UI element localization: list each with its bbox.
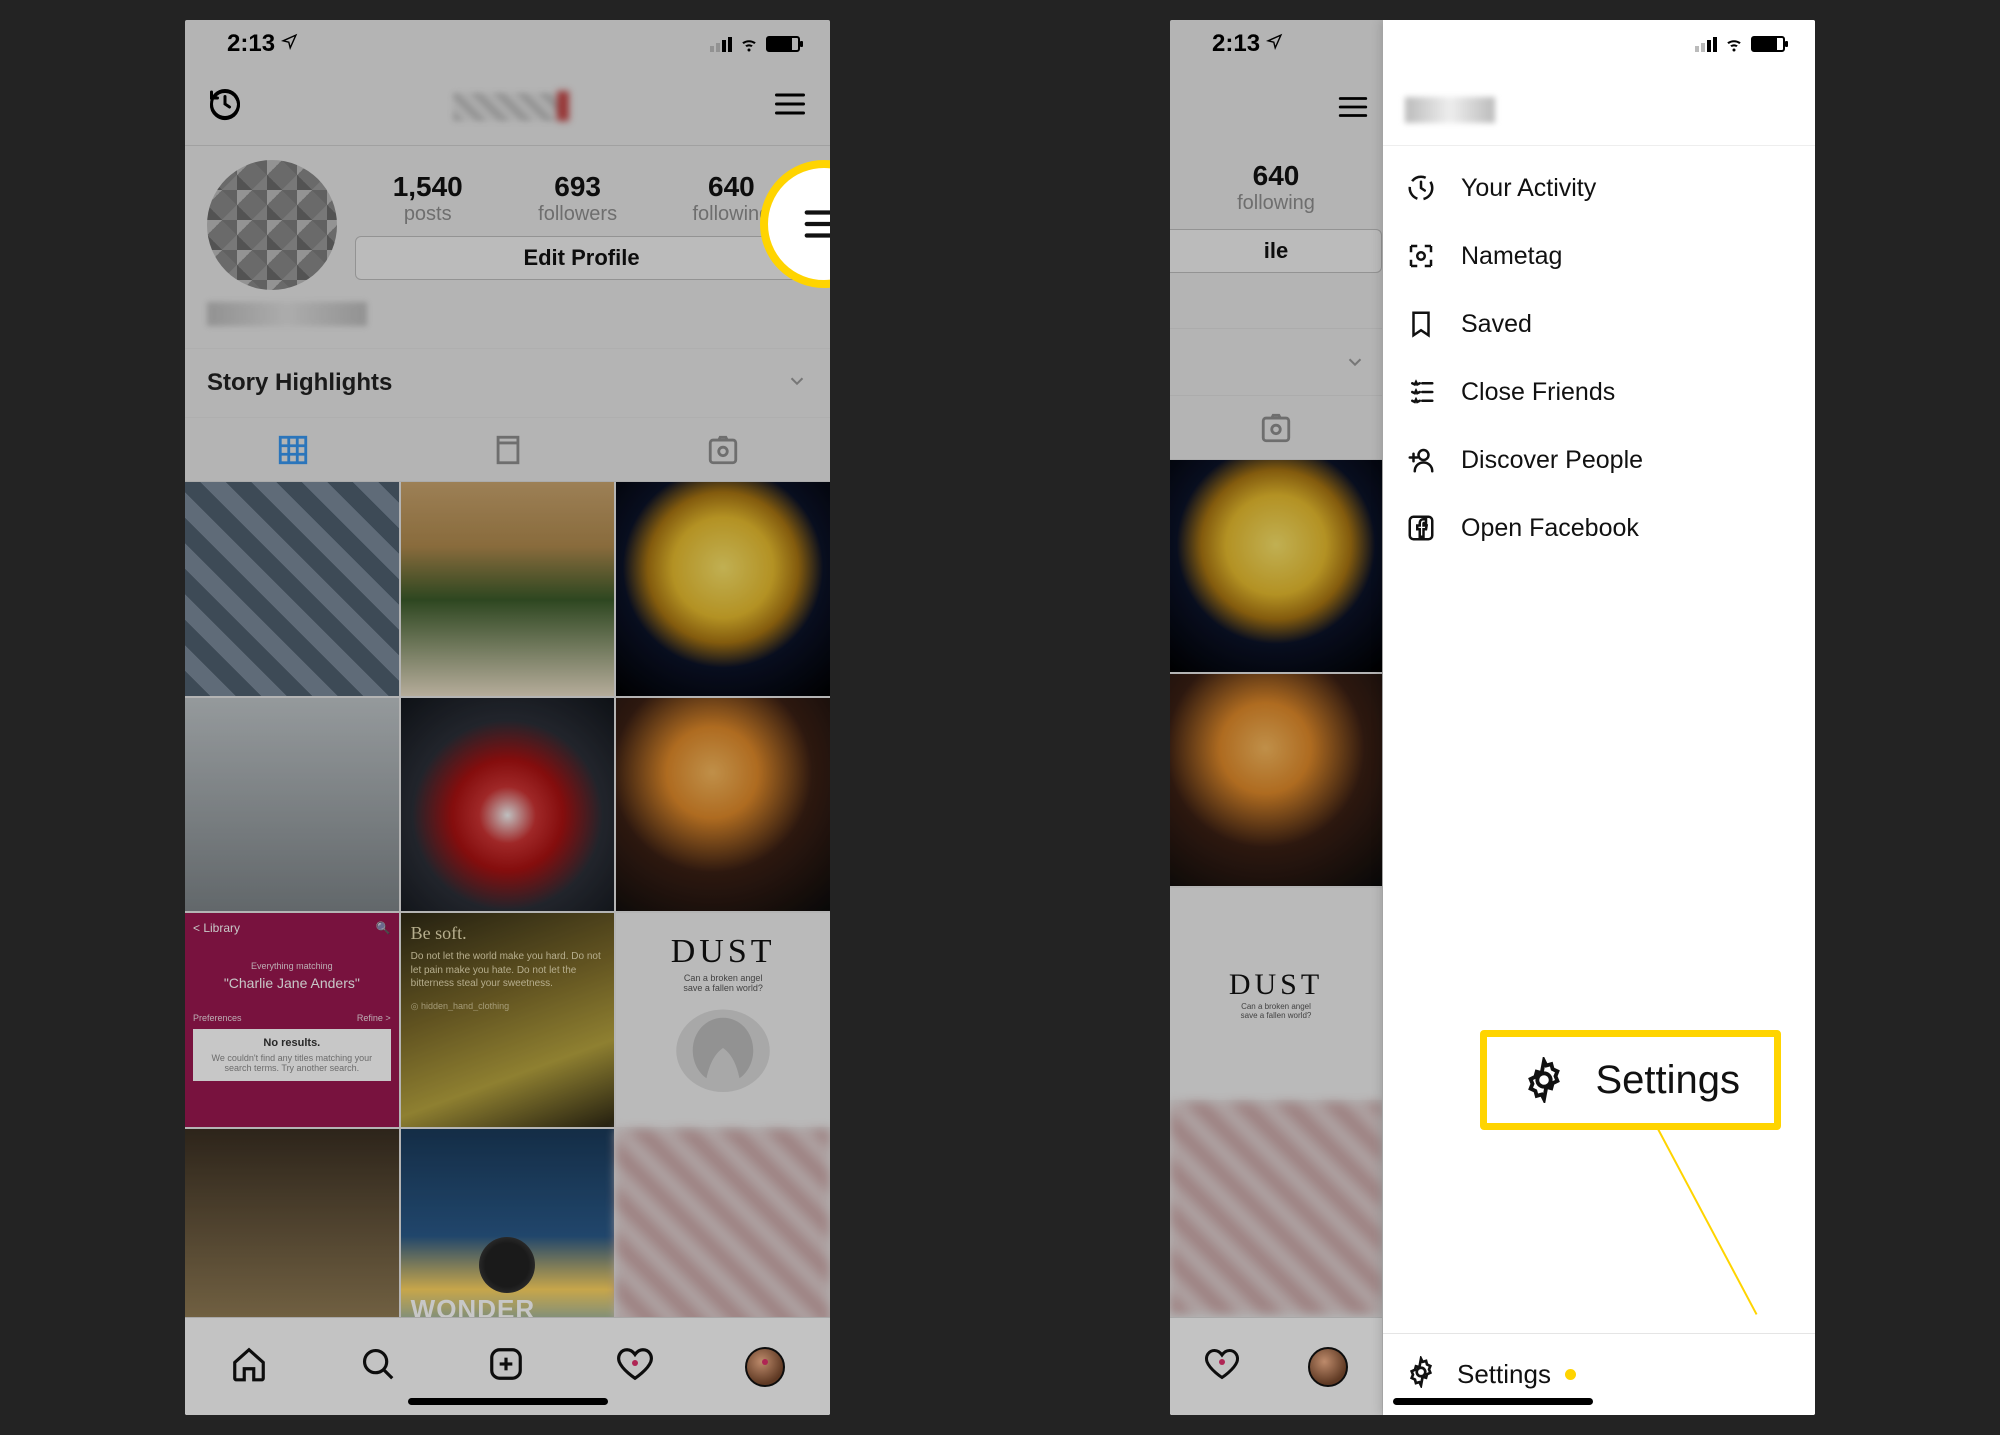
background-profile-sliver: 640 following ile DUST Can a broken ange…: [1170, 68, 1382, 1415]
home-indicator[interactable]: [408, 1398, 608, 1405]
tab-tagged-icon: [1259, 411, 1293, 445]
side-menu-list: Your Activity Nametag Saved Close Friend…: [1383, 146, 1815, 1333]
menu-close-friends[interactable]: Close Friends: [1383, 358, 1815, 426]
cell-signal-icon: [1695, 37, 1717, 52]
side-menu-panel: Your Activity Nametag Saved Close Friend…: [1383, 20, 1815, 1415]
nav-profile-icon: [1308, 1347, 1348, 1387]
grid-cell[interactable]: [185, 698, 399, 912]
grid-cell[interactable]: NOW A MAJOR MOTION PICTURE!: [401, 1129, 615, 1343]
story-highlights-row[interactable]: Story Highlights: [185, 348, 830, 418]
chevron-down-icon: [786, 370, 808, 397]
grid-cell[interactable]: Be soft. Do not let the world make you h…: [401, 913, 615, 1127]
stat-followers[interactable]: 693 followers: [538, 171, 617, 226]
grid-cell[interactable]: DUST Can a broken angel save a fallen wo…: [616, 913, 830, 1127]
nav-profile-icon[interactable]: [745, 1347, 785, 1387]
username-redacted: [1405, 97, 1495, 123]
chevron-down-icon: [1344, 351, 1366, 373]
grid-cell[interactable]: [401, 482, 615, 696]
status-bar: 2:13: [185, 20, 830, 68]
bookmark-icon: [1405, 308, 1437, 340]
menu-saved[interactable]: Saved: [1383, 290, 1815, 358]
activity-icon: [1405, 172, 1437, 204]
grid-cell[interactable]: [185, 482, 399, 696]
screenshot-profile: 2:13 1,540 posts: [185, 20, 830, 1415]
menu-label: Saved: [1461, 310, 1532, 339]
facebook-icon: [1405, 512, 1437, 544]
photo-grid: < Library🔍 Everything matching "Charlie …: [185, 482, 830, 1343]
gear-icon: [1405, 1356, 1437, 1393]
discover-people-icon: [1405, 444, 1437, 476]
stat-posts[interactable]: 1,540 posts: [393, 171, 463, 226]
profile-block: 1,540 posts 693 followers 640 following …: [185, 146, 830, 332]
tab-feed[interactable]: [400, 418, 615, 481]
menu-discover-people[interactable]: Discover People: [1383, 426, 1815, 494]
menu-open-facebook[interactable]: Open Facebook: [1383, 494, 1815, 562]
callout-settings-label: Settings: [1595, 1058, 1740, 1103]
display-name-redacted: [207, 302, 367, 326]
nav-home-icon[interactable]: [230, 1345, 268, 1388]
home-indicator[interactable]: [1393, 1398, 1593, 1405]
highlights-title: Story Highlights: [207, 369, 392, 397]
menu-label: Your Activity: [1461, 174, 1596, 203]
grid-cell[interactable]: [185, 1129, 399, 1343]
menu-nametag[interactable]: Nametag: [1383, 222, 1815, 290]
menu-your-activity[interactable]: Your Activity: [1383, 154, 1815, 222]
screenshot-menu: 2:13 640 following ile: [1170, 20, 1815, 1415]
hamburger-icon: [1336, 90, 1370, 124]
status-time: 2:13: [1212, 30, 1260, 58]
edit-profile-button[interactable]: Edit Profile: [355, 236, 808, 280]
status-time: 2:13: [227, 30, 275, 58]
hamburger-icon[interactable]: [772, 86, 808, 127]
grid-cell[interactable]: [616, 698, 830, 912]
nametag-icon: [1405, 240, 1437, 272]
stat-following[interactable]: 640 following: [692, 171, 770, 226]
tab-grid[interactable]: [185, 418, 400, 481]
callout-connector-dot: [1565, 1369, 1576, 1380]
grid-cell[interactable]: < Library🔍 Everything matching "Charlie …: [185, 913, 399, 1127]
menu-label: Open Facebook: [1461, 514, 1639, 543]
menu-label: Close Friends: [1461, 378, 1615, 407]
menu-label: Discover People: [1461, 446, 1643, 475]
stats-row: 1,540 posts 693 followers 640 following: [355, 171, 808, 226]
location-icon: [1266, 33, 1283, 55]
wifi-icon: [738, 35, 760, 53]
battery-icon: [1751, 36, 1785, 52]
nav-activity-icon: [1204, 1346, 1240, 1387]
avatar[interactable]: [207, 160, 337, 290]
callout-settings: Settings: [1480, 1030, 1781, 1130]
nav-activity-icon[interactable]: [616, 1345, 654, 1388]
grid-cell[interactable]: [616, 482, 830, 696]
location-icon: [281, 33, 298, 55]
archive-icon[interactable]: [207, 86, 243, 127]
cell-signal-icon: [710, 37, 732, 52]
tab-tagged[interactable]: [615, 418, 830, 481]
menu-label: Nametag: [1461, 242, 1562, 271]
grid-cell[interactable]: [616, 1129, 830, 1343]
nav-add-post-icon[interactable]: [487, 1345, 525, 1388]
gear-icon: [1521, 1057, 1567, 1103]
view-tabs: [185, 418, 830, 482]
settings-label: Settings: [1457, 1359, 1551, 1390]
wifi-icon: [1723, 35, 1745, 53]
battery-icon: [766, 36, 800, 52]
profile-header: [185, 68, 830, 146]
username-redacted[interactable]: [453, 93, 563, 121]
nav-search-icon[interactable]: [359, 1345, 397, 1388]
bottom-nav: [185, 1317, 830, 1415]
grid-cell[interactable]: [401, 698, 615, 912]
close-friends-icon: [1405, 376, 1437, 408]
